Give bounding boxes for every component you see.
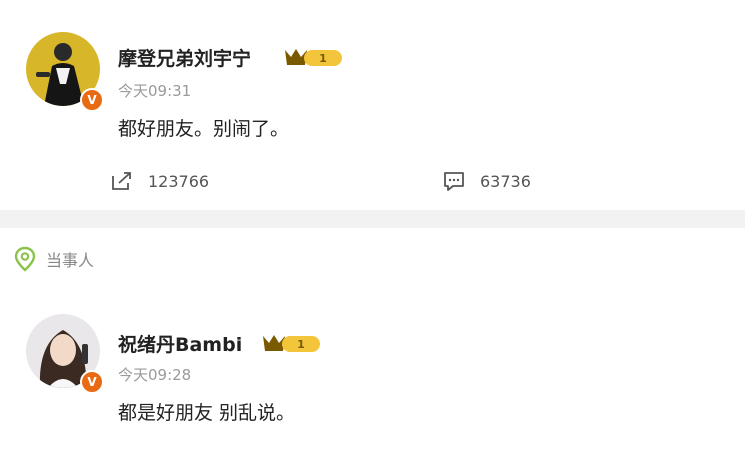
post-time: 今天09:31 <box>118 82 192 100</box>
member-crown-badge-icon: 1 <box>263 335 320 352</box>
section-tag: 当事人 <box>14 246 94 272</box>
level-number: 1 <box>319 52 327 65</box>
username[interactable]: 祝绪丹Bambi <box>118 330 242 357</box>
level-number: 1 <box>297 338 305 351</box>
location-pin-icon <box>14 246 36 272</box>
comment-button[interactable]: 63736 <box>442 170 531 192</box>
repost-button[interactable]: 123766 <box>110 170 209 192</box>
verified-badge-icon: V <box>80 88 104 112</box>
repost-icon <box>112 172 131 190</box>
repost-count: 123766 <box>148 171 210 191</box>
username[interactable]: 摩登兄弟刘宇宁 <box>118 44 251 71</box>
post-zhu-xudan: V 祝绪丹Bambi 1 今天09:28 都是好朋友 别乱说。 <box>0 300 745 468</box>
member-crown-badge-icon: 1 <box>285 49 342 66</box>
comment-count: 63736 <box>480 171 531 191</box>
post-time: 今天09:28 <box>118 366 192 384</box>
post-content: 都好朋友。别闹了。 <box>118 118 290 140</box>
post-content: 都是好朋友 别乱说。 <box>118 402 296 424</box>
comment-icon <box>444 172 464 191</box>
section-divider <box>0 210 745 228</box>
section-tag-label: 当事人 <box>46 251 95 270</box>
verified-badge-icon: V <box>80 370 104 394</box>
post-liu-yuning: V 摩登兄弟刘宇宁 1 今天09:31 都好朋友。别闹了。 123766 637… <box>0 0 745 210</box>
